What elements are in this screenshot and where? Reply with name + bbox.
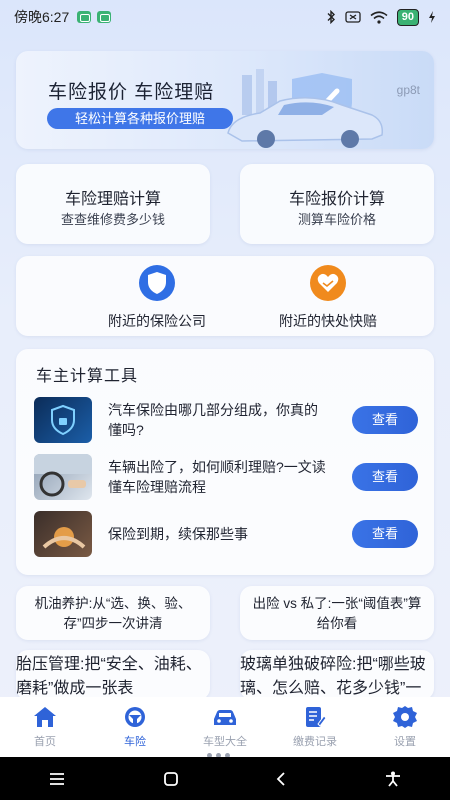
quote-calculator-card[interactable]: 车险报价计算 测算车险价格 [240, 164, 434, 244]
view-button[interactable]: 查看 [352, 520, 418, 548]
battery-indicator: 90 [396, 8, 419, 26]
claim-calc-subtitle: 查查维修费多少钱 [60, 212, 165, 227]
quote-calc-subtitle: 测算车险价格 [297, 212, 376, 227]
article-card-oil[interactable]: 机油养护:从“选、换、验、存”四步一次讲清 [16, 586, 210, 640]
steering-wheel-icon [125, 707, 145, 727]
bluetooth-icon [327, 10, 335, 24]
article-title: 保险到期，续保那些事 [108, 526, 248, 542]
quote-calc-title: 车险报价计算 [288, 191, 385, 208]
handshake-heart-icon [310, 265, 346, 301]
banner-watermark: gp8t [396, 83, 420, 97]
sim-icon [345, 11, 361, 23]
list-item[interactable]: 汽车保险由哪几部分组成，你真的懂吗? 查看 [34, 397, 418, 443]
tab-car-models[interactable]: 车型大全 [180, 697, 270, 757]
tools-heading: 车主计算工具 [36, 368, 139, 385]
nearby-insurance-label: 附近的保险公司 [108, 313, 206, 329]
nearby-insurance-company[interactable]: 附近的保险公司 [67, 265, 247, 331]
car-icon [214, 710, 236, 725]
system-nav-bar [0, 757, 450, 800]
accessibility-icon[interactable] [385, 771, 401, 787]
claim-calculator-card[interactable]: 车险理赔计算 查查维修费多少钱 [16, 164, 210, 244]
nearby-services: 附近的保险公司 附近的快处快赔 [16, 256, 434, 336]
tab-payment-records[interactable]: 缴费记录 [270, 697, 360, 757]
app-notification-icon [77, 11, 92, 23]
article-card-text: 机油养护:从“选、换、验、存”四步一次讲清 [34, 596, 192, 631]
tab-label: 设置 [394, 736, 416, 748]
banner-pill-button[interactable]: 轻松计算各种报价理赔 [47, 108, 233, 129]
app-notification-icon [97, 11, 112, 23]
view-button[interactable]: 查看 [352, 406, 418, 434]
owner-tools-section: 车主计算工具 汽车保险由哪几部分组成，你真的懂吗? 查看 车辆出险了，如何顺利理… [16, 349, 434, 575]
tab-label: 车型大全 [203, 736, 247, 748]
tab-settings[interactable]: 设置 [360, 697, 450, 757]
insurance-shield-icon [139, 265, 175, 301]
home-icon [34, 707, 56, 727]
status-bar: 傍晚6:27 90 [0, 0, 450, 34]
banner-title: 车险报价 车险理赔 [48, 82, 215, 103]
article-title: 车辆出险了，如何顺利理赔?一文读懂车险理赔流程 [108, 459, 326, 495]
article-card-text: 胎压管理:把“安全、油耗、磨耗”做成一张表 [16, 656, 202, 697]
claim-calc-title: 车险理赔计算 [64, 191, 161, 208]
status-time: 傍晚6:27 [14, 9, 70, 25]
article-card-text: 玻璃单独破碎险:把“哪些玻璃、怎么赔、花多少钱”一次列清 [240, 656, 426, 697]
article-card-text: 出险 vs 私了:一张“阈值表”算给你看 [252, 596, 422, 631]
list-item[interactable]: 保险到期，续保那些事 查看 [34, 511, 418, 557]
bottom-tab-bar: 首页 车险 车型大全 缴费记录 设置 [0, 697, 450, 757]
article-thumbnail [34, 397, 92, 443]
article-title: 汽车保险由哪几部分组成，你真的懂吗? [108, 402, 318, 438]
home-button-icon[interactable] [163, 771, 178, 786]
article-thumbnail [34, 454, 92, 500]
tab-label: 车险 [124, 736, 146, 748]
tab-home[interactable]: 首页 [0, 697, 90, 757]
wifi-icon [370, 10, 388, 24]
article-thumbnail [34, 511, 92, 557]
promo-banner[interactable]: 车险报价 车险理赔 轻松计算各种报价理赔 gp8t [16, 51, 434, 149]
tab-label: 缴费记录 [293, 736, 337, 748]
tab-insurance[interactable]: 车险 [90, 697, 180, 757]
article-card-tire[interactable]: 胎压管理:把“安全、油耗、磨耗”做成一张表 [16, 650, 210, 700]
gear-icon [393, 706, 417, 728]
car-shield-illustration [227, 69, 384, 148]
document-edit-icon [306, 707, 327, 727]
tab-label: 首页 [34, 736, 56, 748]
back-icon[interactable] [276, 771, 286, 786]
nearby-quick-claim[interactable]: 附近的快处快赔 [238, 265, 418, 331]
nearby-quick-claim-label: 附近的快处快赔 [279, 313, 377, 329]
menu-icon[interactable] [49, 772, 65, 785]
article-card-glass[interactable]: 玻璃单独破碎险:把“哪些玻璃、怎么赔、花多少钱”一次列清 [240, 650, 434, 700]
charging-icon [429, 11, 435, 23]
view-button[interactable]: 查看 [352, 463, 418, 491]
list-item[interactable]: 车辆出险了，如何顺利理赔?一文读懂车险理赔流程 查看 [34, 454, 418, 500]
article-card-claim-threshold[interactable]: 出险 vs 私了:一张“阈值表”算给你看 [240, 586, 434, 640]
